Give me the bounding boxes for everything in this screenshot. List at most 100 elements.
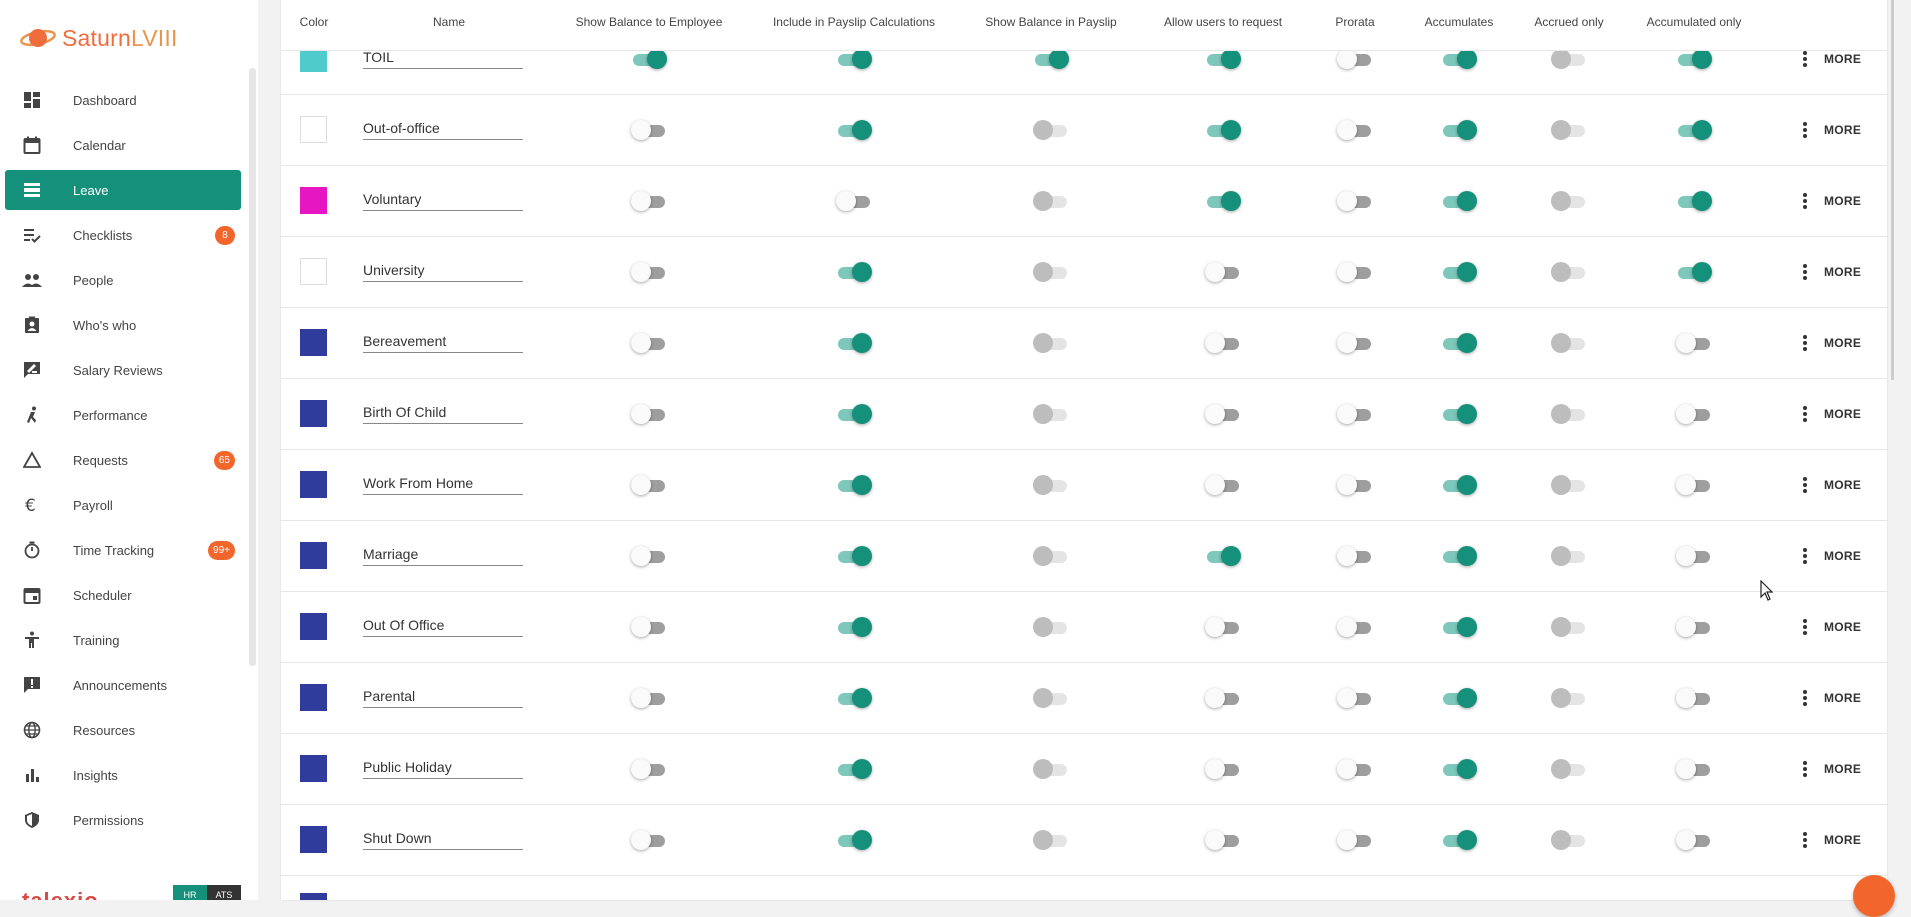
color-swatch[interactable] [300, 187, 327, 214]
color-swatch[interactable] [300, 893, 327, 900]
toggle-accumulates[interactable] [1441, 759, 1477, 779]
sidebar-item-requests[interactable]: Requests 65 [5, 440, 241, 480]
toggle-show-balance-to-employee[interactable] [631, 191, 667, 211]
more-button[interactable]: MORE [1798, 118, 1861, 142]
ats-option[interactable]: ATS [207, 885, 241, 900]
more-button[interactable]: MORE [1798, 402, 1861, 426]
sidebar-item-checklists[interactable]: Checklists 8 [5, 215, 241, 255]
sidebar-item-payroll[interactable]: € Payroll [5, 485, 241, 525]
color-swatch[interactable] [300, 400, 327, 427]
toggle-accumulates[interactable] [1441, 688, 1477, 708]
toggle-accumulated-only[interactable] [1676, 404, 1712, 424]
toggle-accumulates[interactable] [1441, 475, 1477, 495]
quick-actions-button[interactable] [1853, 875, 1895, 917]
more-button[interactable]: MORE [1798, 757, 1861, 781]
toggle-show-balance-to-employee[interactable] [631, 830, 667, 850]
toggle-accumulated-only[interactable] [1676, 617, 1712, 637]
leave-name-field[interactable]: Public Holiday [363, 757, 523, 779]
sidebar-item-scheduler[interactable]: Scheduler [5, 575, 241, 615]
hr-option[interactable]: HR [173, 885, 207, 900]
more-button[interactable]: MORE [1798, 473, 1861, 497]
toggle-show-balance-to-employee[interactable] [631, 617, 667, 637]
toggle-prorata[interactable] [1337, 262, 1373, 282]
page-scrollbar-thumb[interactable] [1891, 0, 1894, 380]
sidebar-scrollbar[interactable] [249, 68, 256, 666]
more-button[interactable]: MORE [1798, 260, 1861, 284]
toggle-accumulated-only[interactable] [1676, 262, 1712, 282]
toggle-accumulates[interactable] [1441, 333, 1477, 353]
toggle-allow-users-to-request[interactable] [1205, 546, 1241, 566]
toggle-prorata[interactable] [1337, 333, 1373, 353]
toggle-accumulated-only[interactable] [1676, 49, 1712, 69]
toggle-show-balance-to-employee[interactable] [631, 546, 667, 566]
sidebar-item-training[interactable]: Training [5, 620, 241, 660]
toggle-allow-users-to-request[interactable] [1205, 49, 1241, 69]
toggle-accumulated-only[interactable] [1676, 759, 1712, 779]
toggle-prorata[interactable] [1337, 475, 1373, 495]
leave-name-field[interactable]: University [363, 260, 523, 282]
toggle-accumulates[interactable] [1441, 617, 1477, 637]
sidebar-item-announcements[interactable]: Announcements [5, 665, 241, 705]
sidebar-item-salary-reviews[interactable]: Salary Reviews [5, 350, 241, 390]
sidebar-item-who-s-who[interactable]: Who's who [5, 305, 241, 345]
color-swatch[interactable] [300, 613, 327, 640]
toggle-show-balance-to-employee[interactable] [631, 759, 667, 779]
color-swatch[interactable] [300, 471, 327, 498]
toggle-accumulated-only[interactable] [1676, 191, 1712, 211]
toggle-include-in-payslip[interactable] [836, 546, 872, 566]
leave-name-field[interactable]: Marriage [363, 544, 523, 566]
toggle-prorata[interactable] [1337, 688, 1373, 708]
toggle-allow-users-to-request[interactable] [1205, 617, 1241, 637]
toggle-allow-users-to-request[interactable] [1205, 688, 1241, 708]
sidebar-item-permissions[interactable]: Permissions [5, 800, 241, 840]
sidebar-item-time-tracking[interactable]: Time Tracking 99+ [5, 530, 241, 570]
toggle-prorata[interactable] [1337, 49, 1373, 69]
color-swatch[interactable] [300, 329, 327, 356]
toggle-include-in-payslip[interactable] [836, 688, 872, 708]
sidebar-item-resources[interactable]: Resources [5, 710, 241, 750]
toggle-include-in-payslip[interactable] [836, 759, 872, 779]
toggle-accumulates[interactable] [1441, 404, 1477, 424]
toggle-accumulates[interactable] [1441, 546, 1477, 566]
leave-name-field[interactable]: Out-of-office [363, 118, 523, 140]
toggle-allow-users-to-request[interactable] [1205, 120, 1241, 140]
toggle-include-in-payslip[interactable] [836, 49, 872, 69]
toggle-show-balance-in-payslip[interactable] [1033, 49, 1069, 69]
toggle-prorata[interactable] [1337, 546, 1373, 566]
sidebar-item-dashboard[interactable]: Dashboard [5, 80, 241, 120]
more-button[interactable]: MORE [1798, 544, 1861, 568]
toggle-accumulated-only[interactable] [1676, 688, 1712, 708]
sidebar-item-people[interactable]: People [5, 260, 241, 300]
toggle-show-balance-to-employee[interactable] [631, 262, 667, 282]
toggle-allow-users-to-request[interactable] [1205, 333, 1241, 353]
toggle-show-balance-to-employee[interactable] [631, 49, 667, 69]
leave-name-field[interactable]: Shut Down [363, 828, 523, 850]
color-swatch[interactable] [300, 258, 327, 285]
sidebar-item-performance[interactable]: Performance [5, 395, 241, 435]
more-button[interactable]: MORE [1798, 828, 1861, 852]
toggle-show-balance-to-employee[interactable] [631, 475, 667, 495]
toggle-accumulates[interactable] [1441, 830, 1477, 850]
color-swatch[interactable] [300, 755, 327, 782]
toggle-allow-users-to-request[interactable] [1205, 475, 1241, 495]
toggle-allow-users-to-request[interactable] [1205, 759, 1241, 779]
more-button[interactable]: MORE [1798, 686, 1861, 710]
toggle-prorata[interactable] [1337, 191, 1373, 211]
toggle-include-in-payslip[interactable] [836, 404, 872, 424]
toggle-show-balance-to-employee[interactable] [631, 120, 667, 140]
page-scrollbar[interactable] [1889, 0, 1911, 900]
toggle-include-in-payslip[interactable] [836, 191, 872, 211]
toggle-show-balance-to-employee[interactable] [631, 688, 667, 708]
leave-name-field[interactable]: Out Of Office [363, 615, 523, 637]
toggle-prorata[interactable] [1337, 617, 1373, 637]
toggle-prorata[interactable] [1337, 830, 1373, 850]
sidebar-item-calendar[interactable]: Calendar [5, 125, 241, 165]
toggle-accumulated-only[interactable] [1676, 333, 1712, 353]
sidebar-item-leave[interactable]: Leave [5, 170, 241, 210]
toggle-accumulated-only[interactable] [1676, 120, 1712, 140]
toggle-accumulated-only[interactable] [1676, 830, 1712, 850]
sidebar-item-insights[interactable]: Insights [5, 755, 241, 795]
color-swatch[interactable] [300, 684, 327, 711]
leave-name-field[interactable]: Work From Home [363, 473, 523, 495]
more-button[interactable]: MORE [1798, 189, 1861, 213]
